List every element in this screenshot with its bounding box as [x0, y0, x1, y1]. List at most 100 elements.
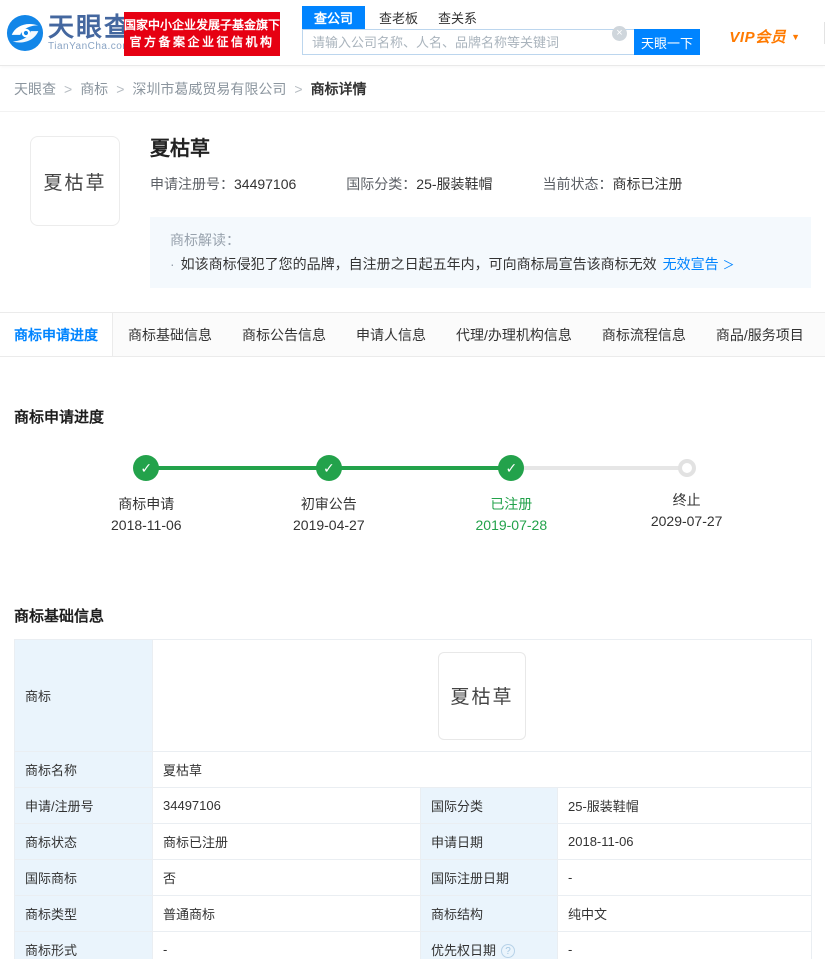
interpretation-sentence: 如该商标侵犯了您的品牌，自注册之日起五年内，可向商标局宣告该商标无效	[180, 256, 657, 272]
table-label-cell: 申请日期	[420, 823, 558, 860]
table-label-cell: 商标状态	[14, 823, 153, 860]
table-value-cell: 25-服装鞋帽	[556, 787, 813, 824]
trademark-image: 夏枯草	[30, 136, 120, 226]
table-row: 国际商标 否国际注册日期 -	[14, 859, 813, 896]
clear-search-icon[interactable]: ×	[612, 26, 627, 41]
tab-商标申请进度[interactable]: 商标申请进度	[0, 313, 113, 356]
official-badge: 国家中小企业发展子基金旗下 官方备案企业征信机构	[124, 12, 280, 56]
brand-name: 天眼查	[48, 12, 133, 42]
badge-line2: 官方备案企业征信机构	[129, 35, 275, 49]
table-image-cell: 夏枯草	[151, 639, 813, 752]
help-icon[interactable]: ?	[501, 944, 516, 958]
timeline-step-date: 2019-04-27	[293, 517, 365, 533]
table-label-cell: 商标类型	[14, 895, 153, 932]
basic-info-table: 商标 夏枯草 商标名称 夏枯草 申请/注册号 34497106 国际分类 25-服装鞋帽 商标状…	[14, 639, 813, 959]
table-label-cell: 国际商标	[14, 859, 153, 896]
invalid-declare-link[interactable]: 无效宣告 ＞	[663, 256, 735, 272]
breadcrumb-item[interactable]: 商标	[80, 79, 108, 99]
timeline-step-date: 2019-07-28	[475, 517, 548, 533]
table-value-cell: 2018-11-06	[556, 823, 813, 860]
search-input[interactable]	[302, 29, 634, 55]
search-tab-查公司[interactable]: 查公司	[302, 6, 366, 29]
table-label-text: 商标	[25, 689, 52, 704]
search-tab-查老板[interactable]: 查老板	[379, 6, 418, 29]
table-value-cell: 普通商标	[152, 895, 421, 932]
table-label-text: 申请/注册号	[25, 799, 94, 814]
meta-value: 25-服装鞋帽	[416, 176, 493, 192]
check-circle-icon: ✓	[315, 455, 342, 481]
meta-pair: 国际分类：25-服装鞋帽	[346, 176, 492, 192]
badge-line1: 国家中小企业发展子基金旗下	[124, 18, 281, 32]
search-row: 天眼一下	[302, 29, 700, 55]
meta-label: 申请注册号：	[150, 176, 234, 192]
breadcrumb-separator: >	[294, 80, 303, 97]
table-value-cell: 否	[152, 859, 421, 896]
meta-label: 国际分类：	[346, 176, 417, 192]
table-label-cell: 商标形式	[14, 931, 153, 959]
table-value-cell: 商标已注册	[152, 823, 421, 860]
timeline-step-终止: 终止 2029-07-27	[607, 455, 767, 532]
progress-heading: 商标申请进度	[14, 409, 105, 426]
table-value-cell: -	[556, 931, 813, 959]
table-row: 商标形式 - 优先权日期? -	[14, 931, 813, 959]
table-label-text: 商标形式	[25, 943, 78, 958]
breadcrumb-separator: >	[116, 80, 125, 97]
table-row: 申请/注册号 34497106 国际分类 25-服装鞋帽	[14, 787, 813, 824]
breadcrumb-item[interactable]: 深圳市葛威贸易有限公司	[132, 79, 286, 99]
timeline-step-label: 商标申请	[118, 496, 175, 512]
search-button[interactable]: 天眼一下	[634, 29, 700, 55]
timeline-step-初审公告: ✓ 初审公告 2019-04-27	[249, 455, 409, 536]
tab-商品/服务项目[interactable]: 商品/服务项目	[701, 313, 819, 356]
table-label-text: 商标类型	[25, 907, 78, 922]
breadcrumb-current: 商标详情	[310, 80, 367, 97]
interpretation-title: 商标解读：	[170, 232, 240, 248]
timeline-step-date: 2029-07-27	[650, 513, 723, 529]
table-row: 商标状态 商标已注册 申请日期 2018-11-06	[14, 823, 813, 860]
timeline-step-label: 终止	[672, 492, 701, 508]
search-tabs: 查公司 查老板 查关系	[302, 6, 700, 29]
bullet: ·	[170, 256, 175, 272]
search-tab-查关系[interactable]: 查关系	[438, 6, 477, 29]
tab-商标基础信息[interactable]: 商标基础信息	[113, 313, 227, 356]
progress-timeline: ✓ 商标申请 2018-11-06 ✓ 初审公告 2019-04-27 ✓ 已注册 2019-0…	[14, 455, 811, 565]
meta-pair: 当前状态：商标已注册	[543, 176, 683, 192]
table-label-text: 申请日期	[431, 835, 484, 850]
trademark-name: 夏枯草	[150, 138, 210, 160]
tab-申请人信息[interactable]: 申请人信息	[341, 313, 441, 356]
tab-公告信息[interactable]: 公告信息	[819, 313, 825, 356]
basic-info-heading: 商标基础信息	[14, 608, 105, 625]
timeline-step-已注册: ✓ 已注册 2019-07-28	[431, 455, 591, 536]
table-label-cell: 优先权日期?	[420, 931, 558, 959]
tab-代理/办理机构信息[interactable]: 代理/办理机构信息	[441, 313, 587, 356]
table-row: 商标名称 夏枯草	[14, 751, 813, 788]
interpretation-box: 商标解读： · 如该商标侵犯了您的品牌，自注册之日起五年内，可向商标局宣告该商标无…	[150, 217, 811, 288]
table-label-cell: 商标名称	[14, 751, 153, 788]
table-label-text: 商标名称	[25, 763, 78, 778]
table-value-cell: 夏枯草	[151, 751, 813, 788]
table-label-cell: 商标	[14, 639, 153, 752]
breadcrumb-item[interactable]: 天眼查	[14, 79, 56, 99]
site-logo[interactable]: 天眼查 TianYanCha.com	[6, 14, 132, 52]
search-area: 查公司查老板查关系 天眼一下	[302, 6, 700, 55]
table-label-text: 商标结构	[431, 907, 484, 922]
vip-menu[interactable]: VIP会员 ▼	[729, 26, 800, 47]
table-label-cell: 申请/注册号	[14, 787, 153, 824]
chevron-down-icon: ▼	[791, 31, 800, 42]
table-value-cell: 34497106	[152, 787, 421, 824]
table-label-cell: 国际分类	[420, 787, 558, 824]
breadcrumb: 天眼查 > 商标 > 深圳市葛威贸易有限公司 > 商标详情	[0, 66, 825, 112]
meta-label: 当前状态：	[542, 176, 613, 192]
table-label-text: 商标状态	[25, 835, 78, 850]
table-value-cell: -	[152, 931, 421, 959]
timeline-step-date: 2018-11-06	[111, 517, 182, 533]
table-label-text: 优先权日期	[431, 943, 497, 958]
meta-pair: 申请注册号：34497106	[150, 176, 296, 192]
meta-value: 商标已注册	[612, 176, 683, 192]
table-row: 商标 夏枯草	[14, 639, 813, 752]
main-content: 商标申请进度 ✓ 商标申请 2018-11-06 ✓ 初审公告 2019-04-27 ✓ 已注…	[0, 406, 825, 959]
meta-value: 34497106	[234, 176, 297, 192]
trademark-meta: 申请注册号：34497106 国际分类：25-服装鞋帽 当前状态：商标已注册	[150, 174, 811, 194]
tab-商标公告信息[interactable]: 商标公告信息	[227, 313, 341, 356]
table-row: 商标类型 普通商标 商标结构 纯中文	[14, 895, 813, 932]
tab-商标流程信息[interactable]: 商标流程信息	[587, 313, 701, 356]
